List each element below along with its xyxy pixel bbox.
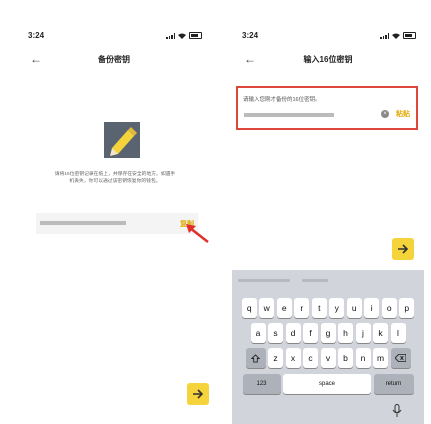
key-q[interactable]: q	[241, 298, 257, 318]
backspace-icon	[395, 354, 406, 362]
key-g[interactable]: g	[320, 323, 336, 343]
backup-key-screen: 3:24 ← 备份密钥 请将16位密钥记录在纸上，并保存在安全的地方。如遇手 机…	[18, 0, 210, 424]
key-j[interactable]: j	[355, 323, 371, 343]
key-input-label: 请输入您刚才备份的16位密钥。	[243, 97, 321, 103]
enter-key-screen: 3:24 ← 输入16位密钥 请输入您刚才备份的16位密钥。 × 粘贴 q w …	[232, 0, 424, 424]
status-time: 3:24	[28, 31, 45, 40]
battery-icon	[189, 32, 202, 39]
key-o[interactable]: o	[381, 298, 397, 318]
pencil-key-icon	[104, 122, 140, 158]
key-f[interactable]: f	[303, 323, 318, 343]
key-i[interactable]: i	[364, 298, 380, 318]
nav-bar: ← 备份密钥	[18, 52, 210, 70]
arrow-right-icon	[398, 244, 409, 254]
prediction-bar	[232, 270, 424, 290]
key-p[interactable]: p	[399, 298, 415, 318]
red-arrow-pointer-icon	[186, 224, 209, 243]
battery-icon	[403, 32, 416, 39]
key-k[interactable]: k	[373, 323, 388, 343]
key-input-card: 请输入您刚才备份的16位密钥。 × 粘贴	[236, 86, 418, 130]
hint-line-2: 机丢失，你可以通过该密钥恢复你的钱包。	[69, 179, 161, 184]
key-h[interactable]: h	[338, 323, 353, 343]
key-r[interactable]: r	[294, 298, 310, 318]
space-key[interactable]: space	[283, 374, 371, 394]
return-key[interactable]: return	[373, 374, 414, 394]
next-button[interactable]	[392, 238, 414, 260]
wifi-icon	[178, 33, 186, 39]
key-l[interactable]: l	[390, 323, 406, 343]
next-button[interactable]	[187, 383, 209, 405]
status-bar: 3:24	[232, 30, 424, 44]
key-m[interactable]: m	[373, 348, 388, 368]
wifi-icon	[392, 33, 400, 39]
prediction-placeholder	[302, 279, 328, 282]
shift-icon	[251, 353, 260, 363]
page-title: 输入16位密钥	[303, 55, 353, 64]
clear-icon[interactable]: ×	[381, 110, 389, 118]
status-bar: 3:24	[18, 30, 210, 44]
delete-key[interactable]	[390, 348, 411, 368]
key-d[interactable]: d	[285, 323, 301, 343]
hint-line-1: 请将16位密钥记录在纸上，并保存在安全的地方。如遇手	[54, 172, 176, 177]
paste-button[interactable]: 粘贴	[396, 109, 410, 119]
key-s[interactable]: s	[268, 323, 283, 343]
key-e[interactable]: e	[276, 298, 292, 318]
key-a[interactable]: a	[250, 323, 266, 343]
mic-icon[interactable]	[392, 404, 402, 418]
key-u[interactable]: u	[346, 298, 362, 318]
key-b[interactable]: b	[338, 348, 353, 368]
key-x[interactable]: x	[285, 348, 301, 368]
key-v[interactable]: v	[320, 348, 336, 368]
status-icons	[380, 32, 416, 39]
keyboard: q w e r t y u i o p a s d f g h j k l z	[232, 270, 424, 424]
key-t[interactable]: t	[311, 298, 327, 318]
key-w[interactable]: w	[259, 298, 275, 318]
key-n[interactable]: n	[355, 348, 371, 368]
signal-icon	[166, 32, 175, 39]
numbers-key[interactable]: 123	[242, 374, 281, 394]
keyboard-row-3: z x c v b n m	[232, 348, 424, 368]
status-time: 3:24	[242, 31, 259, 40]
signal-icon	[380, 32, 389, 39]
status-icons	[166, 32, 202, 39]
nav-bar: ← 输入16位密钥	[232, 52, 424, 70]
key-display: 复制	[36, 213, 198, 234]
backup-hint: 请将16位密钥记录在纸上，并保存在安全的地方。如遇手 机丢失，你可以通过该密钥恢…	[36, 171, 194, 185]
keyboard-row-2: a s d f g h j k l	[232, 323, 424, 343]
key-c[interactable]: c	[303, 348, 318, 368]
page-title: 备份密钥	[98, 55, 130, 64]
keyboard-row-4: 123 space return	[232, 374, 424, 394]
key-input-field[interactable]	[244, 113, 334, 117]
key-z[interactable]: z	[268, 348, 283, 368]
shift-key[interactable]	[245, 348, 266, 368]
key-masked-text	[40, 221, 126, 225]
prediction-placeholder	[238, 279, 290, 282]
arrow-right-icon	[193, 389, 204, 399]
keyboard-row-1: q w e r t y u i o p	[232, 298, 424, 318]
key-y[interactable]: y	[329, 298, 345, 318]
